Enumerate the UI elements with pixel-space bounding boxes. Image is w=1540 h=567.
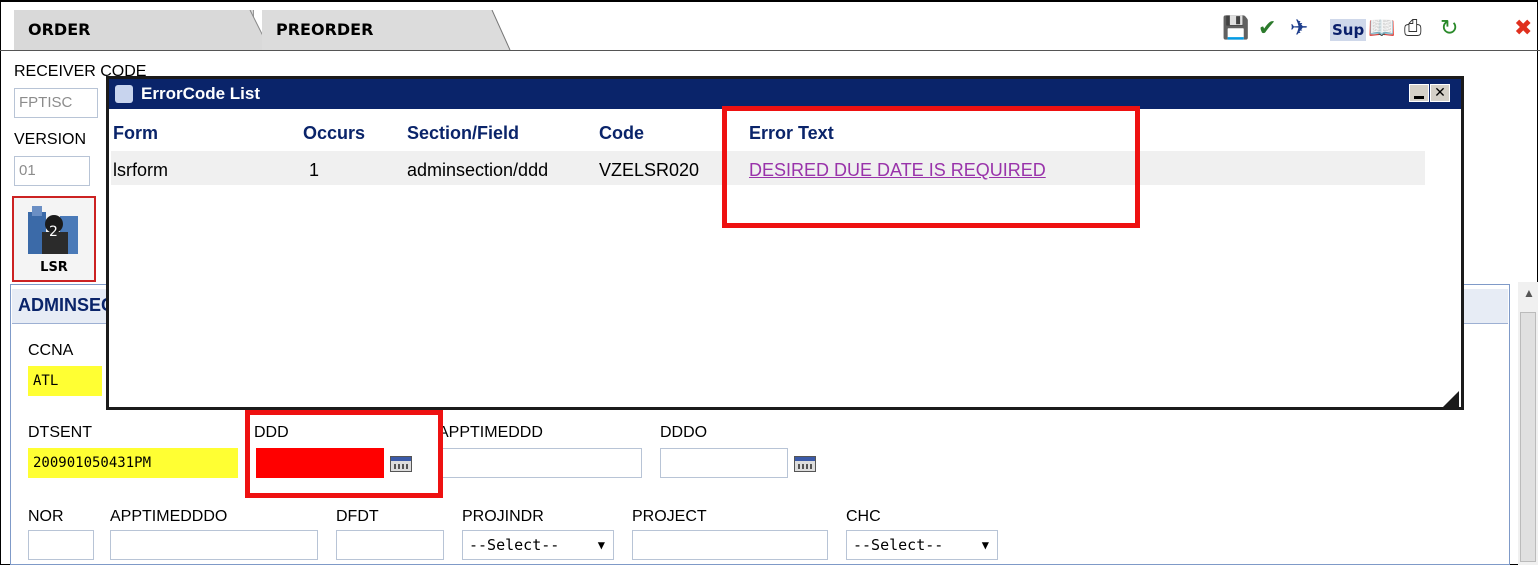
project-field[interactable]: [632, 530, 828, 560]
row-form: lsrform: [113, 160, 168, 180]
ccna-field[interactable]: ATL: [28, 366, 102, 396]
chevron-down-icon: ▼: [981, 538, 989, 552]
dialog-app-icon: [115, 85, 133, 103]
dddo-calendar-icon[interactable]: [794, 456, 816, 472]
tab-preorder[interactable]: PREORDER: [262, 10, 492, 50]
dialog-title-bar[interactable]: ErrorCode List ✕: [109, 79, 1461, 109]
save-icon[interactable]: 💾: [1222, 16, 1249, 42]
apptimeddd-label: APPTIMEDDD: [438, 424, 543, 441]
receiver-code-field[interactable]: FPTISC: [14, 88, 98, 118]
chc-label: CHC: [846, 508, 881, 525]
print-icon[interactable]: ⎙: [1404, 16, 1422, 42]
row-code: VZELSR020: [599, 160, 700, 180]
dddo-label: DDDO: [660, 424, 708, 441]
ccna-label: CCNA: [28, 342, 74, 359]
run-icon[interactable]: ✈: [1290, 16, 1308, 42]
tab-underline: [0, 50, 1540, 51]
dtsent-label: DTSENT: [28, 424, 92, 441]
refresh-icon[interactable]: ↻: [1440, 16, 1458, 42]
minimize-button[interactable]: [1409, 84, 1429, 102]
close-icon[interactable]: ✖: [1514, 16, 1532, 42]
error-text-highlight: [722, 106, 1140, 228]
lsr-icon: 2: [28, 206, 78, 254]
lsr-button[interactable]: 2 LSR: [12, 196, 96, 282]
scrollbar-thumb[interactable]: [1520, 312, 1536, 562]
validate-check-icon[interactable]: ✔: [1258, 16, 1276, 42]
tab-preorder-edge: [480, 10, 511, 51]
ddd-highlight: [245, 410, 443, 498]
version-label: VERSION: [14, 131, 87, 148]
projindr-value: --Select--: [469, 536, 560, 554]
dtsent-field[interactable]: 200901050431PM: [28, 448, 238, 478]
projindr-label: PROJINDR: [462, 508, 544, 525]
sup-button[interactable]: Sup: [1330, 19, 1367, 41]
col-section-field: Section/Field: [407, 123, 520, 143]
apptimedddo-field[interactable]: [110, 530, 318, 560]
version-field[interactable]: 01: [14, 156, 90, 186]
project-label: PROJECT: [632, 508, 707, 525]
row-section-field: adminsection/ddd: [407, 160, 549, 180]
dfdt-field[interactable]: [336, 530, 444, 560]
dialog-close-icon[interactable]: ✕: [1430, 84, 1450, 102]
chc-value: --Select--: [853, 536, 944, 554]
dddo-field[interactable]: [660, 448, 788, 478]
scroll-up-arrow-icon[interactable]: ▲: [1523, 286, 1535, 300]
svg-text:2: 2: [49, 224, 58, 240]
dfdt-label: DFDT: [336, 508, 379, 525]
chevron-down-icon: ▼: [597, 538, 605, 552]
nor-label: NOR: [28, 508, 64, 525]
col-form: Form: [113, 123, 158, 143]
chc-select[interactable]: --Select-- ▼: [846, 530, 998, 560]
apptimeddd-field[interactable]: [442, 448, 642, 478]
nor-field[interactable]: [28, 530, 94, 560]
row-occurs: 1: [309, 160, 320, 180]
lsr-label: LSR: [40, 260, 68, 275]
tab-order[interactable]: ORDER: [14, 10, 254, 50]
projindr-select[interactable]: --Select-- ▼: [462, 530, 614, 560]
resize-grip-icon[interactable]: [1443, 391, 1459, 407]
col-occurs: Occurs: [303, 123, 366, 143]
help-book-icon[interactable]: 📖: [1368, 16, 1395, 42]
apptimedddo-label: APPTIMEDDDO: [110, 508, 228, 525]
col-code: Code: [599, 123, 644, 143]
dialog-title: ErrorCode List: [141, 84, 261, 103]
